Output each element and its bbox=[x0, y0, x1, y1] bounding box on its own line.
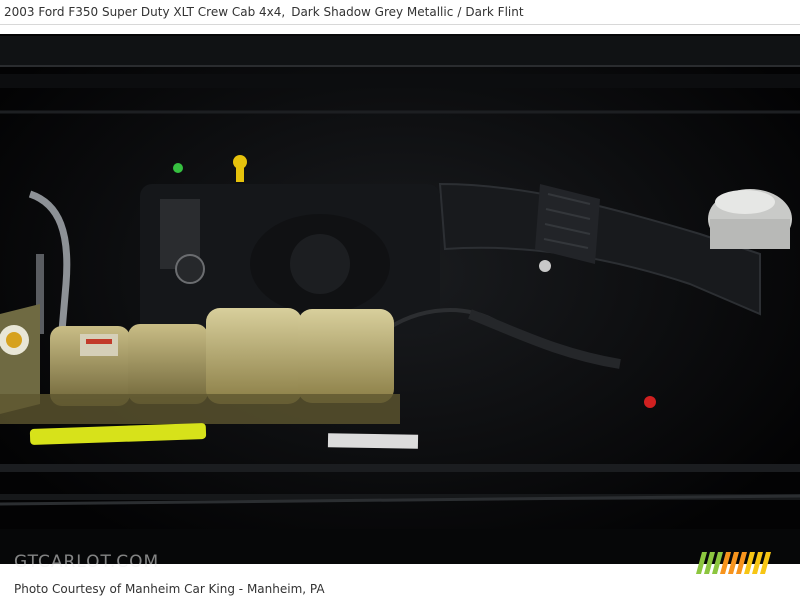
interior-color-text: Dark Flint bbox=[465, 5, 524, 19]
vehicle-model-text: 2003 Ford F350 Super Duty XLT Crew Cab 4… bbox=[4, 5, 286, 19]
photo-caption-header: 2003 Ford F350 Super Duty XLT Crew Cab 4… bbox=[0, 0, 800, 25]
engine-bay-illustration bbox=[0, 34, 800, 564]
stripes-logo-icon bbox=[696, 552, 771, 574]
color-separator: / bbox=[457, 5, 462, 19]
photo-credit-text: Photo Courtesy of Manheim Car King - Man… bbox=[14, 582, 325, 596]
white-label bbox=[327, 433, 419, 449]
photo-credit-footer: Photo Courtesy of Manheim Car King - Man… bbox=[0, 578, 800, 600]
exterior-color-text: Dark Shadow Grey Metallic bbox=[291, 5, 454, 19]
radiator-cover bbox=[0, 36, 800, 66]
engine-bay-photo bbox=[0, 34, 800, 564]
site-watermark: GTCARLOT.COM bbox=[14, 552, 160, 572]
oil-cap bbox=[175, 254, 205, 284]
